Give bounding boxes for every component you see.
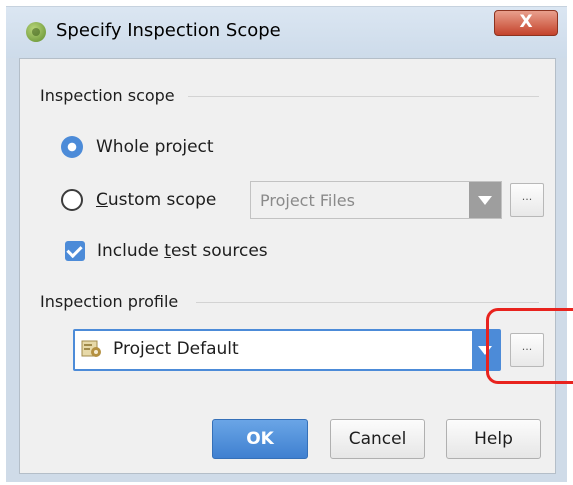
custom-scope-mnemonic: C [96, 190, 108, 210]
highlight-annotation [486, 308, 573, 384]
include-test-sources-checkbox[interactable] [65, 241, 85, 261]
profile-icon [81, 339, 103, 359]
custom-scope-combo-value: Project Files [260, 191, 355, 210]
window-frame-bottom [6, 474, 567, 482]
window-title: Specify Inspection Scope [56, 20, 281, 41]
whole-project-radio[interactable] [61, 136, 83, 158]
custom-scope-label-rest: ustom scope [107, 190, 217, 210]
window-frame-left [6, 58, 19, 479]
app-logo-icon [26, 22, 46, 42]
close-button[interactable]: X [494, 10, 558, 36]
section-separator [188, 96, 539, 97]
section-separator [196, 302, 539, 303]
include-label-start: Include [97, 241, 165, 261]
include-test-sources-label[interactable]: Include test sources [97, 241, 268, 261]
inspection-profile-value: Project Default [113, 339, 239, 359]
window-frame-right [556, 58, 567, 479]
inspection-scope-label: Inspection scope [40, 86, 175, 105]
custom-scope-label[interactable]: Custom scope [96, 190, 216, 210]
help-button[interactable]: Help [446, 419, 541, 459]
ok-button[interactable]: OK [212, 419, 308, 459]
checkmark-icon [66, 241, 83, 259]
custom-scope-browse-button[interactable]: ... [510, 183, 544, 217]
custom-scope-radio[interactable] [61, 189, 83, 211]
chevron-down-icon [478, 196, 492, 205]
dialog-content [19, 58, 556, 474]
inspection-profile-label: Inspection profile [40, 292, 179, 311]
custom-scope-dropdown-arrow [469, 182, 501, 218]
cancel-button[interactable]: Cancel [330, 419, 425, 459]
include-label-mnemonic: t [164, 241, 171, 261]
include-label-end: est sources [170, 241, 268, 261]
whole-project-label[interactable]: Whole project [96, 137, 214, 157]
